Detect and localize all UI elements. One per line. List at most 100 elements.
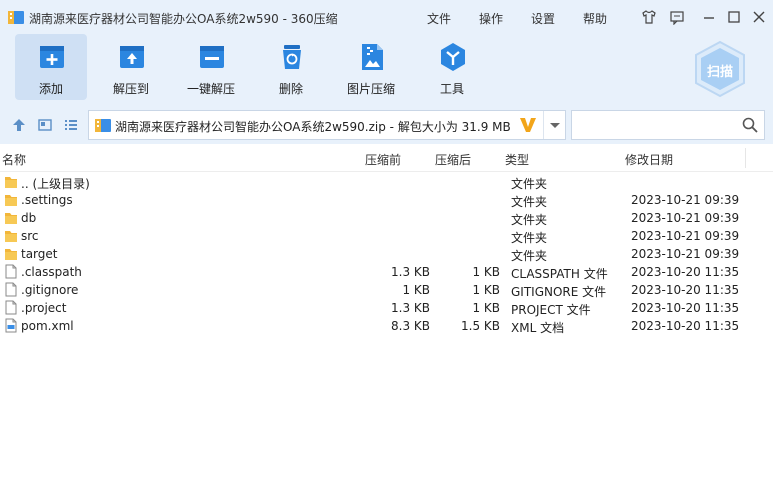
xml-file-icon: [5, 318, 17, 333]
column-packed[interactable]: 压缩后: [435, 151, 471, 168]
add-icon: [40, 46, 64, 68]
search-icon[interactable]: [742, 117, 758, 133]
file-modified: 2023-10-20 11:35: [631, 301, 740, 315]
search-input[interactable]: [571, 110, 765, 140]
archive-app-icon: [8, 11, 24, 24]
skin-shirt-icon[interactable]: [641, 9, 657, 25]
tools-label: 工具: [439, 82, 464, 96]
file-type: 文件夹: [511, 231, 548, 245]
path-bar[interactable]: 湖南源来医疗器材公司智能办公OA系统2w590.zip - 解包大小为 31.9…: [88, 110, 566, 140]
path-text: 湖南源来医疗器材公司智能办公OA系统2w590.zip - 解包大小为 31.9…: [115, 120, 511, 134]
file-type: PROJECT 文件: [511, 303, 591, 317]
file-icon: [5, 264, 17, 279]
path-dropdown-button[interactable]: [543, 111, 565, 139]
minimize-icon[interactable]: [701, 9, 717, 25]
folder-icon: [5, 249, 17, 260]
recycle-bin-icon: [283, 45, 301, 69]
file-name: db: [21, 211, 37, 225]
address-row: 湖南源来医疗器材公司智能办公OA系统2w590.zip - 解包大小为 31.9…: [0, 106, 773, 144]
file-size: 8.3 KB: [391, 319, 430, 333]
file-name: .gitignore: [21, 283, 79, 297]
one-click-extract-button[interactable]: 一键解压: [175, 34, 247, 100]
file-row[interactable]: db 文件夹 2023-10-21 09:39: [0, 209, 773, 227]
file-name: .project: [21, 301, 67, 315]
up-arrow-icon[interactable]: [12, 118, 26, 132]
menu-help[interactable]: 帮助: [583, 10, 607, 27]
file-modified: 2023-10-20 11:35: [631, 319, 740, 333]
file-icon: [5, 282, 17, 297]
image-compress-icon: [362, 44, 383, 70]
extract-to-label: 解压到: [112, 82, 149, 96]
scan-button[interactable]: 扫描: [693, 40, 747, 98]
maximize-icon[interactable]: [726, 9, 742, 25]
folder-icon: [5, 195, 17, 206]
file-row[interactable]: pom.xml 8.3 KB 1.5 KB XML 文档 2023-10-20 11:3…: [0, 317, 773, 335]
chevron-down-icon: [550, 123, 560, 128]
file-name: .settings: [21, 193, 73, 207]
tools-icon: [441, 43, 465, 71]
extract-to-button[interactable]: 解压到: [95, 34, 167, 100]
file-type: 文件夹: [511, 195, 548, 209]
file-name: pom.xml: [21, 319, 74, 333]
image-compress-button[interactable]: 图片压缩: [335, 34, 407, 100]
file-type: 文件夹: [511, 213, 548, 227]
close-icon[interactable]: [751, 9, 767, 25]
column-modified[interactable]: 修改日期: [625, 151, 673, 168]
file-type: GITIGNORE 文件: [511, 285, 607, 299]
feedback-icon[interactable]: [669, 9, 685, 25]
file-list: 名称 压缩前 压缩后 类型 修改日期 .. (上级目录) 文件夹 .settings…: [0, 144, 773, 487]
list-view-icon[interactable]: [64, 118, 78, 132]
window-title: 湖南源来医疗器材公司智能办公OA系统2w590 - 360压缩: [29, 12, 338, 26]
file-modified: 2023-10-21 09:39: [631, 229, 740, 243]
menu-operation[interactable]: 操作: [479, 10, 503, 27]
file-type: XML 文档: [511, 321, 565, 335]
column-size[interactable]: 压缩前: [365, 151, 401, 168]
file-icon: [5, 300, 17, 315]
file-row[interactable]: .gitignore 1 KB 1 KB GITIGNORE 文件 2023-10-20…: [0, 281, 773, 299]
file-row[interactable]: .classpath 1.3 KB 1 KB CLASSPATH 文件 2023-10-…: [0, 263, 773, 281]
extract-to-icon: [120, 46, 144, 68]
menu-file[interactable]: 文件: [427, 10, 451, 27]
file-name: target: [21, 247, 58, 261]
one-click-extract-icon: [200, 46, 224, 68]
column-name[interactable]: 名称: [2, 151, 26, 168]
delete-label: 删除: [278, 82, 303, 96]
file-row[interactable]: target 文件夹 2023-10-21 09:39: [0, 245, 773, 263]
add-label: 添加: [38, 82, 63, 96]
column-type[interactable]: 类型: [505, 151, 529, 168]
delete-button[interactable]: 删除: [255, 34, 327, 100]
file-row[interactable]: src 文件夹 2023-10-21 09:39: [0, 227, 773, 245]
folder-icon: [5, 231, 17, 242]
folder-icon: [5, 213, 17, 224]
column-divider[interactable]: [745, 148, 746, 168]
file-packed-size: 1 KB: [472, 265, 500, 279]
toolbar: 添加 解压到 一键解压 删除 图片压缩 工具 扫描: [0, 34, 773, 106]
file-packed-size: 1 KB: [472, 283, 500, 297]
vip-v-icon[interactable]: [519, 116, 537, 134]
list-header: 名称 压缩前 压缩后 类型 修改日期: [0, 144, 773, 172]
file-packed-size: 1 KB: [472, 301, 500, 315]
file-row[interactable]: .project 1.3 KB 1 KB PROJECT 文件 2023-10-20 1…: [0, 299, 773, 317]
file-modified: 2023-10-20 11:35: [631, 283, 740, 297]
file-row[interactable]: .. (上级目录) 文件夹: [0, 173, 773, 191]
file-row[interactable]: .settings 文件夹 2023-10-21 09:39: [0, 191, 773, 209]
file-modified: 2023-10-20 11:35: [631, 265, 740, 279]
scan-label: 扫描: [706, 65, 733, 80]
file-type: 文件夹: [511, 177, 548, 191]
tools-button[interactable]: 工具: [416, 34, 488, 100]
one-click-extract-label: 一键解压: [186, 82, 235, 96]
file-modified: 2023-10-21 09:39: [631, 247, 740, 261]
menu-settings[interactable]: 设置: [531, 10, 555, 27]
folder-icon: [5, 177, 17, 188]
file-name: .. (上级目录): [21, 177, 90, 191]
file-packed-size: 1.5 KB: [461, 319, 500, 333]
file-modified: 2023-10-21 09:39: [631, 211, 740, 225]
image-compress-label: 图片压缩: [346, 82, 395, 96]
file-size: 1.3 KB: [391, 265, 430, 279]
add-button[interactable]: 添加: [15, 34, 87, 100]
file-type: 文件夹: [511, 249, 548, 263]
file-name: .classpath: [21, 265, 82, 279]
file-name: src: [21, 229, 39, 243]
thumbnail-view-icon[interactable]: [38, 118, 52, 132]
file-size: 1.3 KB: [391, 301, 430, 315]
